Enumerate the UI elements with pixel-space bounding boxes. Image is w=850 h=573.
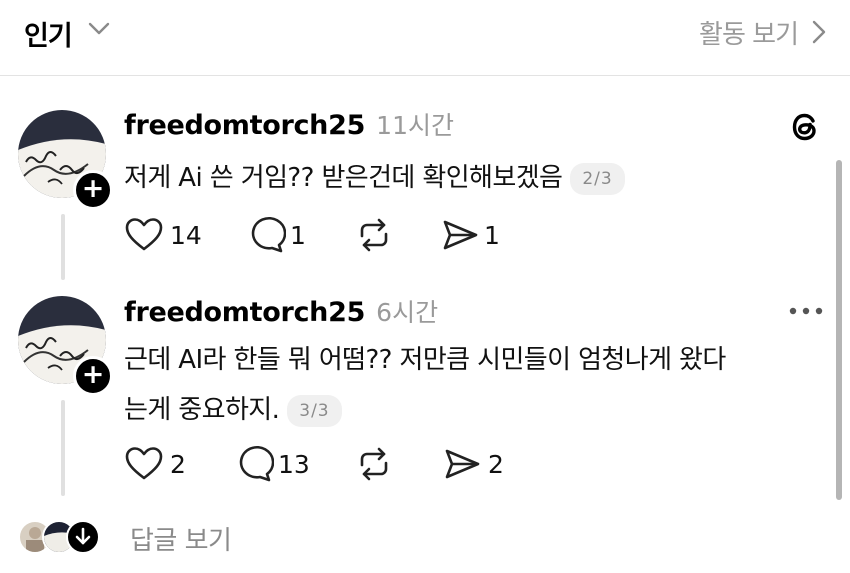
post-text: 근데 AI라 한들 뭐 어떰?? 저만큼 시민들이 엄청나게 왔다 는게 중요하… — [124, 335, 726, 435]
post-time: 11시간 — [376, 111, 454, 140]
post-text: 저게 Ai 쓴 거임?? 받은건데 확인해보겠음 2/3 — [124, 153, 625, 203]
thread-pager: 2/3 — [570, 162, 625, 195]
thread-line — [61, 400, 65, 496]
post-actions: 2 13 2 — [124, 444, 624, 486]
heart-icon[interactable] — [124, 215, 164, 255]
repost-icon[interactable] — [354, 444, 394, 484]
activity-link[interactable]: 활동 보기 — [699, 14, 799, 51]
arrow-down-icon — [66, 520, 100, 554]
header-divider — [0, 75, 850, 76]
post-text-line: 는게 중요하지. — [124, 395, 280, 425]
comment-count: 1 — [290, 221, 306, 250]
post-text-line: 저게 Ai 쓴 거임?? 받은건데 확인해보겠음 — [124, 163, 563, 193]
reply-avatars[interactable] — [18, 520, 108, 556]
post-time: 6시간 — [376, 298, 439, 327]
follow-plus-button[interactable]: + — [73, 356, 113, 396]
comment-count: 13 — [278, 450, 310, 479]
comment-icon[interactable] — [246, 215, 286, 255]
heart-icon[interactable] — [124, 444, 164, 484]
repost-icon[interactable] — [354, 215, 394, 255]
thread-line — [61, 214, 65, 280]
more-dots-icon[interactable] — [788, 304, 824, 318]
username[interactable]: freedomtorch25 — [124, 297, 365, 328]
share-count: 1 — [484, 221, 500, 250]
send-icon[interactable] — [440, 215, 480, 255]
username[interactable]: freedomtorch25 — [124, 110, 365, 141]
view-replies-link[interactable]: 답글 보기 — [130, 520, 232, 557]
post-actions: 14 1 1 — [124, 215, 624, 257]
post-header: freedomtorch25 6시간 — [124, 293, 438, 329]
comment-icon[interactable] — [234, 444, 274, 484]
thread-pager: 3/3 — [287, 394, 342, 427]
chevron-down-icon[interactable] — [88, 22, 110, 36]
scrollbar[interactable] — [836, 160, 842, 500]
post-header: freedomtorch25 11시간 — [124, 106, 454, 142]
like-count: 14 — [170, 221, 202, 250]
follow-plus-button[interactable]: + — [73, 170, 113, 210]
share-count: 2 — [488, 450, 504, 479]
feed-title[interactable]: 인기 — [24, 14, 73, 53]
send-icon[interactable] — [442, 444, 482, 484]
chevron-right-icon[interactable] — [812, 20, 826, 44]
like-count: 2 — [170, 450, 186, 479]
post-text-line: 근데 AI라 한들 뭐 어떰?? 저만큼 시민들이 엄청나게 왔다 — [124, 345, 726, 375]
